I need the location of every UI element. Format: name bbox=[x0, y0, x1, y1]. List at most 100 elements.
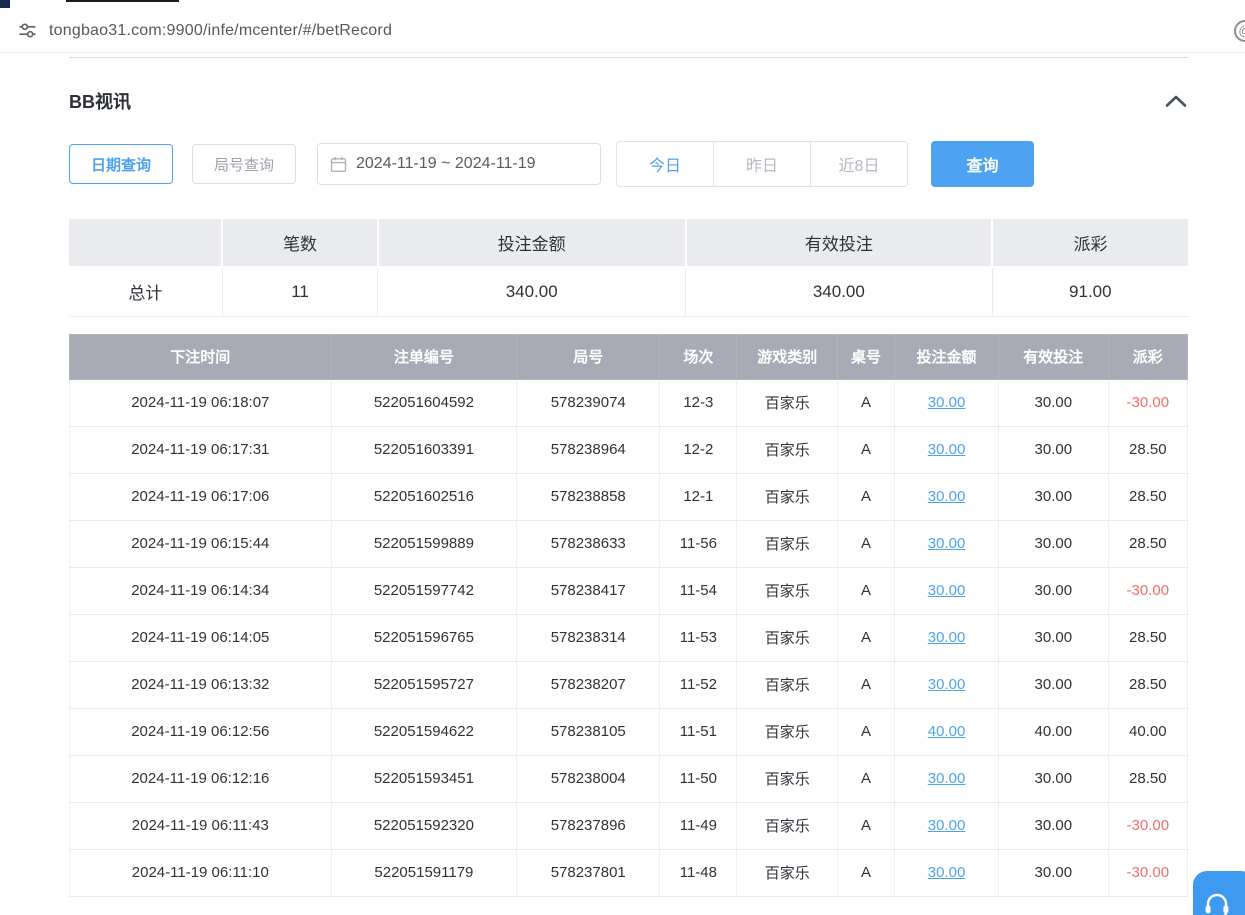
bet-records-table: 下注时间 注单编号 局号 场次 游戏类别 桌号 投注金额 有效投注 派彩 202… bbox=[69, 334, 1188, 897]
bet-time-cell: 2024-11-19 06:12:16 bbox=[70, 755, 332, 802]
browser-url-bar[interactable]: tongbao31.com:9900/infe/mcenter/#/betRec… bbox=[0, 9, 1245, 53]
quick-range-last8days-button[interactable]: 近8日 bbox=[810, 141, 908, 187]
bet-amount-cell: 30.00 bbox=[895, 849, 999, 896]
header-bet-time: 下注时间 bbox=[70, 334, 332, 379]
table-no-cell: A bbox=[838, 708, 895, 755]
session-cell: 11-48 bbox=[660, 849, 737, 896]
header-table-no: 桌号 bbox=[838, 334, 895, 379]
extension-icon-partial[interactable]: @ bbox=[1234, 20, 1245, 42]
date-query-tab-button[interactable]: 日期查询 bbox=[69, 144, 173, 184]
table-row: 2024-11-19 06:11:43522051592320578237896… bbox=[70, 802, 1188, 849]
bet-amount-link[interactable]: 30.00 bbox=[928, 864, 966, 881]
bet-amount-link[interactable]: 30.00 bbox=[928, 817, 966, 834]
valid-bet-cell: 30.00 bbox=[999, 473, 1109, 520]
bet-table-body: 2024-11-19 06:18:07522051604592578239074… bbox=[70, 379, 1188, 896]
session-cell: 11-53 bbox=[660, 614, 737, 661]
payout-cell: 28.50 bbox=[1108, 473, 1187, 520]
bet-time-cell: 2024-11-19 06:11:43 bbox=[70, 802, 332, 849]
bet-amount-link[interactable]: 30.00 bbox=[928, 535, 966, 552]
bet-time-cell: 2024-11-19 06:12:56 bbox=[70, 708, 332, 755]
table-no-cell: A bbox=[838, 849, 895, 896]
game-type-cell: 百家乐 bbox=[737, 755, 838, 802]
bet-amount-cell: 30.00 bbox=[895, 473, 999, 520]
table-row: 2024-11-19 06:18:07522051604592578239074… bbox=[70, 379, 1188, 426]
search-button[interactable]: 查询 bbox=[931, 141, 1034, 187]
bet-amount-cell: 40.00 bbox=[895, 708, 999, 755]
round-no-cell: 578238633 bbox=[517, 520, 660, 567]
customer-service-icon bbox=[1203, 891, 1233, 915]
session-cell: 11-49 bbox=[660, 802, 737, 849]
bet-time-cell: 2024-11-19 06:17:31 bbox=[70, 426, 332, 473]
bet-table-header-row: 下注时间 注单编号 局号 场次 游戏类别 桌号 投注金额 有效投注 派彩 bbox=[70, 334, 1188, 379]
table-row: 2024-11-19 06:14:34522051597742578238417… bbox=[70, 567, 1188, 614]
site-permissions-icon[interactable] bbox=[18, 21, 37, 40]
tab-favicon-fragment bbox=[0, 0, 10, 8]
bet-id-cell: 522051596765 bbox=[331, 614, 517, 661]
round-no-cell: 578237896 bbox=[517, 802, 660, 849]
customer-service-button[interactable] bbox=[1193, 871, 1245, 915]
session-cell: 11-51 bbox=[660, 708, 737, 755]
bet-amount-link[interactable]: 30.00 bbox=[928, 441, 966, 458]
session-cell: 12-3 bbox=[660, 379, 737, 426]
bet-amount-link[interactable]: 30.00 bbox=[928, 488, 966, 505]
bet-amount-link[interactable]: 40.00 bbox=[928, 723, 966, 740]
bet-amount-link[interactable]: 30.00 bbox=[928, 582, 966, 599]
summary-header-count: 笔数 bbox=[222, 218, 378, 267]
table-no-cell: A bbox=[838, 614, 895, 661]
valid-bet-cell: 30.00 bbox=[999, 520, 1109, 567]
bet-amount-cell: 30.00 bbox=[895, 426, 999, 473]
bet-amount-cell: 30.00 bbox=[895, 661, 999, 708]
url-text[interactable]: tongbao31.com:9900/infe/mcenter/#/betRec… bbox=[49, 22, 392, 40]
summary-total-row: 总计 11 340.00 340.00 91.00 bbox=[69, 267, 1188, 316]
game-type-cell: 百家乐 bbox=[737, 473, 838, 520]
table-row: 2024-11-19 06:13:32522051595727578238207… bbox=[70, 661, 1188, 708]
header-round-no: 局号 bbox=[517, 334, 660, 379]
section-header: BB视讯 bbox=[69, 88, 1188, 114]
header-bet-amount: 投注金额 bbox=[895, 334, 999, 379]
session-cell: 11-54 bbox=[660, 567, 737, 614]
bet-time-cell: 2024-11-19 06:13:32 bbox=[70, 661, 332, 708]
round-query-tab-button[interactable]: 局号查询 bbox=[192, 144, 296, 184]
bet-id-cell: 522051603391 bbox=[331, 426, 517, 473]
session-cell: 11-50 bbox=[660, 755, 737, 802]
valid-bet-cell: 30.00 bbox=[999, 755, 1109, 802]
table-no-cell: A bbox=[838, 755, 895, 802]
game-type-cell: 百家乐 bbox=[737, 661, 838, 708]
header-session: 场次 bbox=[660, 334, 737, 379]
summary-payout-value: 91.00 bbox=[992, 267, 1188, 316]
valid-bet-cell: 30.00 bbox=[999, 849, 1109, 896]
bet-amount-link[interactable]: 30.00 bbox=[928, 629, 966, 646]
payout-cell: 28.50 bbox=[1108, 520, 1187, 567]
bet-amount-link[interactable]: 30.00 bbox=[928, 394, 966, 411]
game-type-cell: 百家乐 bbox=[737, 849, 838, 896]
quick-range-yesterday-button[interactable]: 昨日 bbox=[713, 141, 811, 187]
payout-cell: 28.50 bbox=[1108, 661, 1187, 708]
bet-id-cell: 522051593451 bbox=[331, 755, 517, 802]
bet-amount-link[interactable]: 30.00 bbox=[928, 770, 966, 787]
date-range-value: 2024-11-19 ~ 2024-11-19 bbox=[356, 155, 536, 173]
game-type-cell: 百家乐 bbox=[737, 426, 838, 473]
header-bet-id: 注单编号 bbox=[331, 334, 517, 379]
date-range-picker[interactable]: 2024-11-19 ~ 2024-11-19 bbox=[317, 143, 601, 185]
table-row: 2024-11-19 06:17:06522051602516578238858… bbox=[70, 473, 1188, 520]
valid-bet-cell: 30.00 bbox=[999, 567, 1109, 614]
game-type-cell: 百家乐 bbox=[737, 614, 838, 661]
round-no-cell: 578239074 bbox=[517, 379, 660, 426]
bet-id-cell: 522051595727 bbox=[331, 661, 517, 708]
round-no-cell: 578238004 bbox=[517, 755, 660, 802]
payout-cell: 40.00 bbox=[1108, 708, 1187, 755]
table-no-cell: A bbox=[838, 567, 895, 614]
round-no-cell: 578238417 bbox=[517, 567, 660, 614]
summary-total-label: 总计 bbox=[69, 267, 222, 316]
collapse-section-button[interactable] bbox=[1164, 94, 1188, 108]
bet-amount-cell: 30.00 bbox=[895, 614, 999, 661]
chevron-up-icon bbox=[1164, 94, 1188, 108]
content-top-divider bbox=[69, 57, 1188, 58]
bet-amount-cell: 30.00 bbox=[895, 802, 999, 849]
bet-amount-link[interactable]: 30.00 bbox=[928, 676, 966, 693]
filter-toolbar: 日期查询 局号查询 2024-11-19 ~ 2024-11-19 今日 昨日 … bbox=[69, 141, 1188, 187]
bet-time-cell: 2024-11-19 06:15:44 bbox=[70, 520, 332, 567]
round-no-cell: 578238207 bbox=[517, 661, 660, 708]
bet-record-page: BB视讯 日期查询 局号查询 bbox=[0, 88, 1245, 897]
quick-range-today-button[interactable]: 今日 bbox=[616, 141, 714, 187]
